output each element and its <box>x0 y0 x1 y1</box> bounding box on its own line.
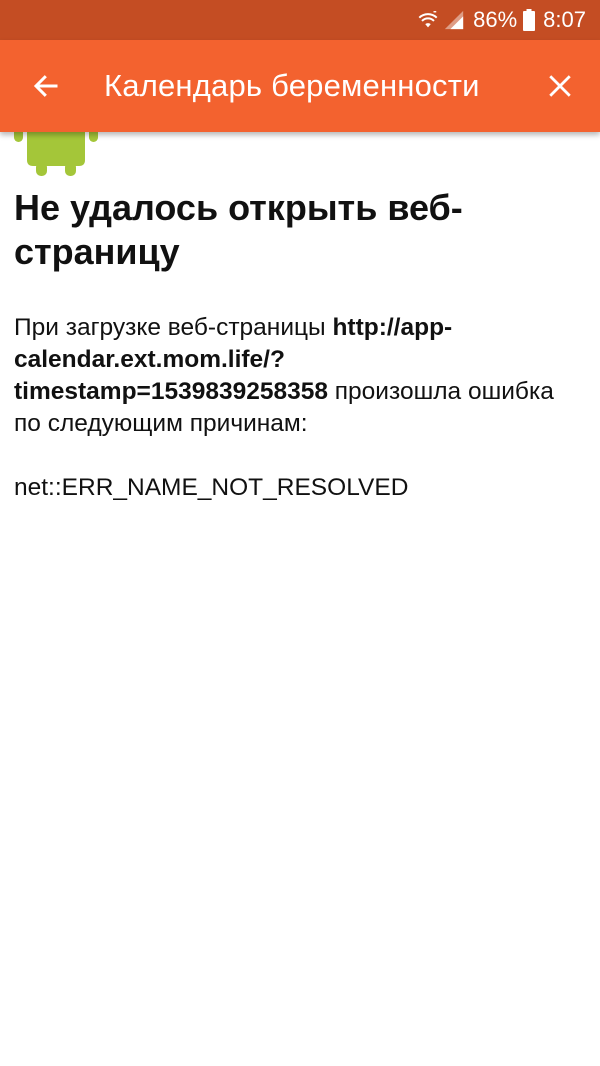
error-content: Не удалось открыть веб-страницу При загр… <box>14 186 586 504</box>
app-bar: Календарь беременности <box>0 40 600 132</box>
close-icon <box>549 75 571 97</box>
wifi-icon <box>418 11 438 28</box>
signal-icon <box>444 10 464 30</box>
error-description: При загрузке веб-страницы http://app-cal… <box>14 312 586 440</box>
clock: 8:07 <box>543 7 586 32</box>
arrow-left-icon <box>33 75 58 97</box>
battery-percent: 86% <box>473 7 518 32</box>
close-button[interactable] <box>538 64 582 108</box>
status-bar: 86% 8:07 <box>0 0 600 40</box>
battery-icon <box>523 9 536 31</box>
back-button[interactable] <box>22 64 70 108</box>
error-title: Не удалось открыть веб-страницу <box>14 187 463 272</box>
error-desc-prefix: При загрузке веб-страницы <box>14 314 333 341</box>
error-code: net::ERR_NAME_NOT_RESOLVED <box>14 474 409 501</box>
app-bar-title: Календарь беременности <box>104 68 480 103</box>
